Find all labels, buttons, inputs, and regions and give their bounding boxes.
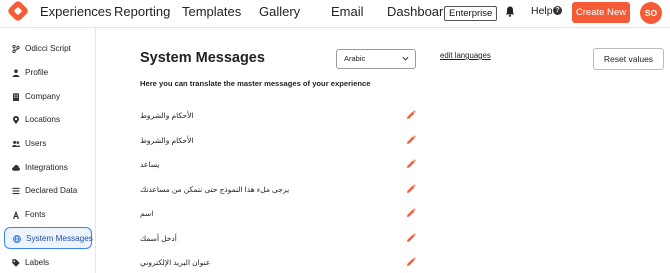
sidebar-item-declared-data[interactable]: Declared Data	[4, 180, 92, 202]
pencil-icon[interactable]	[406, 208, 416, 218]
top-bar: Experiences Reporting Templates Gallery …	[0, 0, 670, 28]
sidebar-item-profile[interactable]: Profile	[4, 62, 92, 84]
message-text: يرجى ملء هذا النموذج حتى نتمكن من مساعدت…	[140, 185, 290, 194]
nav-experiences[interactable]: Experiences	[40, 4, 112, 19]
nav-gallery[interactable]: Gallery	[259, 4, 300, 19]
sidebar-item-label: Fonts	[25, 210, 46, 219]
sidebar-item-label: Integrations	[25, 163, 68, 172]
nav-templates[interactable]: Templates	[182, 4, 241, 19]
sidebar-item-label: Locations	[25, 115, 61, 124]
pencil-icon[interactable]	[406, 159, 416, 169]
app-logo[interactable]	[6, 0, 30, 23]
cloud-icon	[12, 165, 20, 171]
sidebar-item-label: Company	[25, 92, 61, 101]
message-row: يرجى ملء هذا النموذج حتى نتمكن من مساعدت…	[140, 184, 420, 200]
sidebar-item-labels[interactable]: Labels	[4, 252, 92, 273]
sidebar-item-users[interactable]: Users	[4, 133, 92, 155]
message-text: الأحكام والشروط	[140, 111, 194, 120]
nav-reporting[interactable]: Reporting	[114, 4, 170, 19]
edit-languages-link[interactable]: edit languages	[440, 51, 491, 60]
tag-icon	[12, 259, 20, 267]
sidebar-item-label: Odicci Script	[25, 44, 71, 53]
message-text: الأحكام والشروط	[140, 136, 194, 145]
plan-badge: Enterprise	[444, 6, 498, 21]
user-avatar[interactable]: SO	[640, 2, 662, 24]
message-text: أدخل أسمك	[140, 234, 177, 243]
sidebar-item-system-messages[interactable]: System Messages	[4, 227, 93, 249]
nav-email[interactable]: Email	[331, 4, 364, 19]
language-select[interactable]: Arabic	[336, 49, 416, 69]
help-icon[interactable]: ?	[553, 6, 562, 15]
message-row: يساعد	[140, 159, 420, 175]
user-icon	[12, 69, 20, 77]
message-row: أدخل أسمك	[140, 233, 420, 249]
create-new-button[interactable]: Create New	[572, 2, 630, 23]
sidebar-item-fonts[interactable]: Fonts	[4, 204, 92, 226]
page-subtitle: Here you can translate the master messag…	[140, 79, 371, 88]
message-text: اسم	[140, 209, 154, 218]
pin-icon	[13, 116, 19, 124]
help-link[interactable]: Help	[531, 5, 553, 17]
pencil-icon[interactable]	[406, 184, 416, 194]
sidebar-item-label: Declared Data	[25, 186, 78, 195]
nav-dashboard[interactable]: Dashboard	[387, 4, 451, 19]
message-text: يساعد	[140, 160, 160, 169]
chevron-down-icon	[402, 56, 409, 61]
sidebar-item-label: Labels	[25, 258, 50, 267]
building-icon	[13, 93, 19, 101]
pencil-icon[interactable]	[406, 257, 416, 267]
reset-values-button[interactable]: Reset values	[593, 48, 664, 70]
message-row: عنوان البريد الإلكتروني	[140, 257, 420, 273]
sidebar-item-locations[interactable]: Locations	[4, 109, 92, 131]
sidebar-item-label: System Messages	[26, 234, 93, 243]
branch-icon	[12, 45, 20, 53]
sidebar-item-label: Users	[25, 139, 47, 148]
sidebar-item-label: Profile	[25, 68, 49, 77]
sidebar-item-integrations[interactable]: Integrations	[4, 157, 92, 179]
sidebar-item-odicci-script[interactable]: Odicci Script	[4, 38, 92, 60]
pencil-icon[interactable]	[406, 135, 416, 145]
sidebar: Odicci Script Profile Company Locations …	[0, 28, 96, 273]
message-text: عنوان البريد الإلكتروني	[140, 258, 211, 267]
pencil-icon[interactable]	[406, 233, 416, 243]
font-icon	[13, 211, 19, 219]
message-row: الأحكام والشروط	[140, 110, 420, 126]
globe-icon	[13, 235, 21, 243]
message-row: الأحكام والشروط	[140, 135, 420, 151]
pencil-icon[interactable]	[406, 110, 416, 120]
list-icon	[12, 187, 20, 195]
message-row: اسم	[140, 208, 420, 224]
language-select-value: Arabic	[344, 54, 366, 63]
users-icon	[12, 140, 20, 147]
page-title: System Messages	[140, 50, 265, 66]
bell-icon[interactable]	[505, 6, 515, 17]
sidebar-item-company[interactable]: Company	[4, 86, 92, 108]
